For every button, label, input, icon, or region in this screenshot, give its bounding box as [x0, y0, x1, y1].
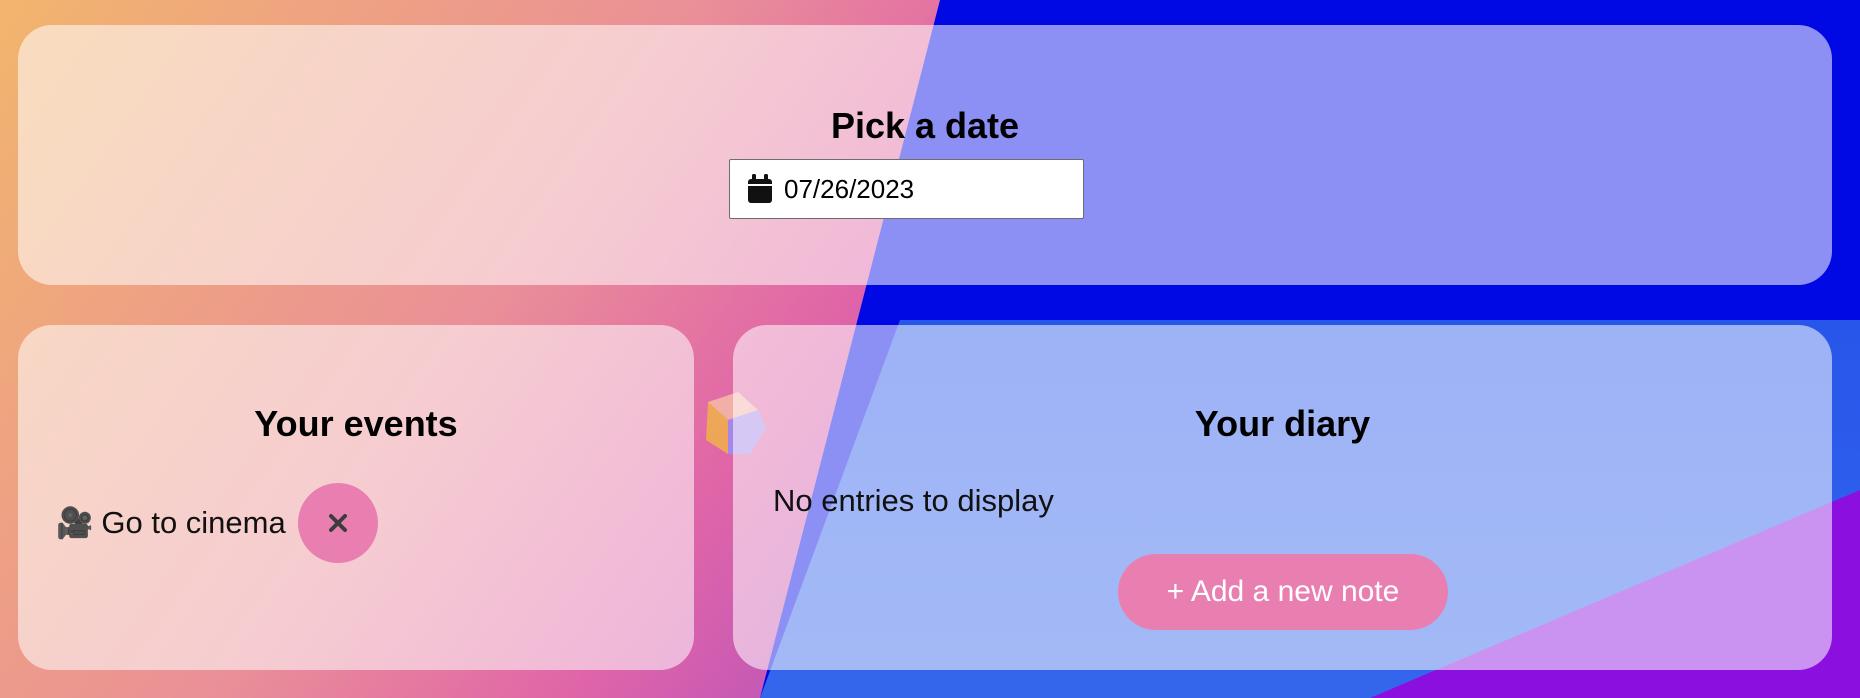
diary-title: Your diary: [1194, 403, 1371, 444]
event-item: 🎥 Go to cinema: [56, 483, 378, 563]
video-camera-icon: 🎥: [56, 505, 94, 541]
events-title: Your events: [254, 403, 458, 444]
events-card: Your events 🎥 Go to cinema: [18, 325, 694, 670]
calendar-icon: [748, 174, 772, 203]
add-note-button[interactable]: + Add a new note: [1118, 554, 1448, 630]
date-picker-card: Pick a date: [18, 25, 1832, 285]
close-icon: [328, 514, 347, 532]
delete-event-button[interactable]: [297, 483, 378, 563]
event-label: Go to cinema: [101, 505, 286, 540]
diary-empty-message: No entries to display: [773, 483, 1054, 518]
date-picker-title: Pick a date: [830, 105, 1020, 146]
diary-card: Your diary No entries to display + Add a…: [733, 325, 1832, 670]
date-input[interactable]: 07/26/2023: [729, 159, 1084, 219]
date-input-value: 07/26/2023: [784, 173, 915, 204]
